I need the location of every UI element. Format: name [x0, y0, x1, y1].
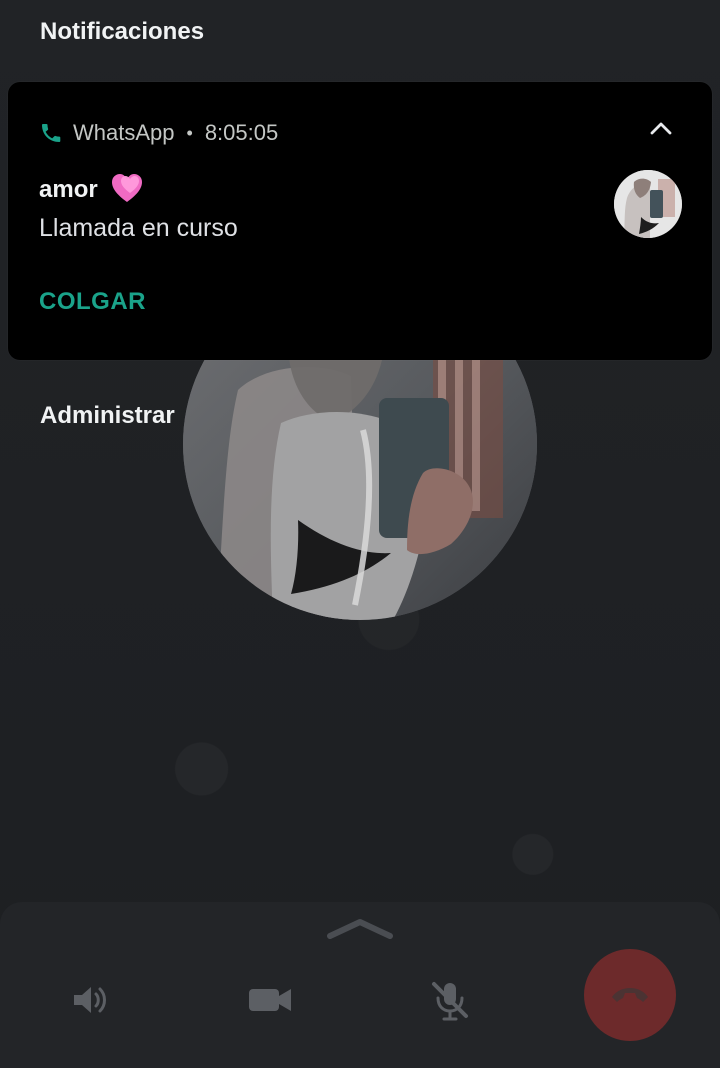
contact-photo-small — [614, 170, 682, 238]
video-call-button[interactable] — [244, 974, 296, 1026]
contact-name: amor — [39, 176, 98, 203]
heart-emoji-icon — [110, 172, 144, 206]
call-notification: WhatsApp • 8:05:05 amor Llamada en curso… — [8, 82, 712, 360]
end-call-button[interactable] — [584, 949, 676, 1041]
phone-icon — [39, 121, 63, 145]
speaker-icon — [67, 977, 113, 1023]
notification-time: 8:05:05 — [204, 120, 279, 145]
page-title: Notificaciones — [40, 18, 205, 45]
hang-up-button[interactable]: COLGAR — [39, 288, 146, 316]
panel-handle-button[interactable] — [326, 914, 394, 944]
chevron-up-icon — [646, 114, 676, 144]
chevron-up-icon — [326, 914, 394, 944]
notification-header: WhatsApp • 8:05:05 — [39, 118, 278, 148]
header-separator: • — [186, 122, 193, 143]
app-name: WhatsApp — [73, 120, 175, 145]
call-controls-panel — [0, 902, 720, 1068]
expand-notification-button[interactable] — [644, 112, 678, 146]
call-status: Llamada en curso — [39, 214, 238, 242]
speaker-button[interactable] — [64, 974, 116, 1026]
end-call-icon — [606, 979, 654, 1011]
manage-notifications-link[interactable]: Administrar — [40, 402, 175, 430]
contact-avatar-small — [614, 170, 682, 238]
video-camera-icon — [244, 977, 296, 1023]
mute-microphone-button[interactable] — [424, 974, 476, 1026]
microphone-off-icon — [424, 974, 476, 1026]
